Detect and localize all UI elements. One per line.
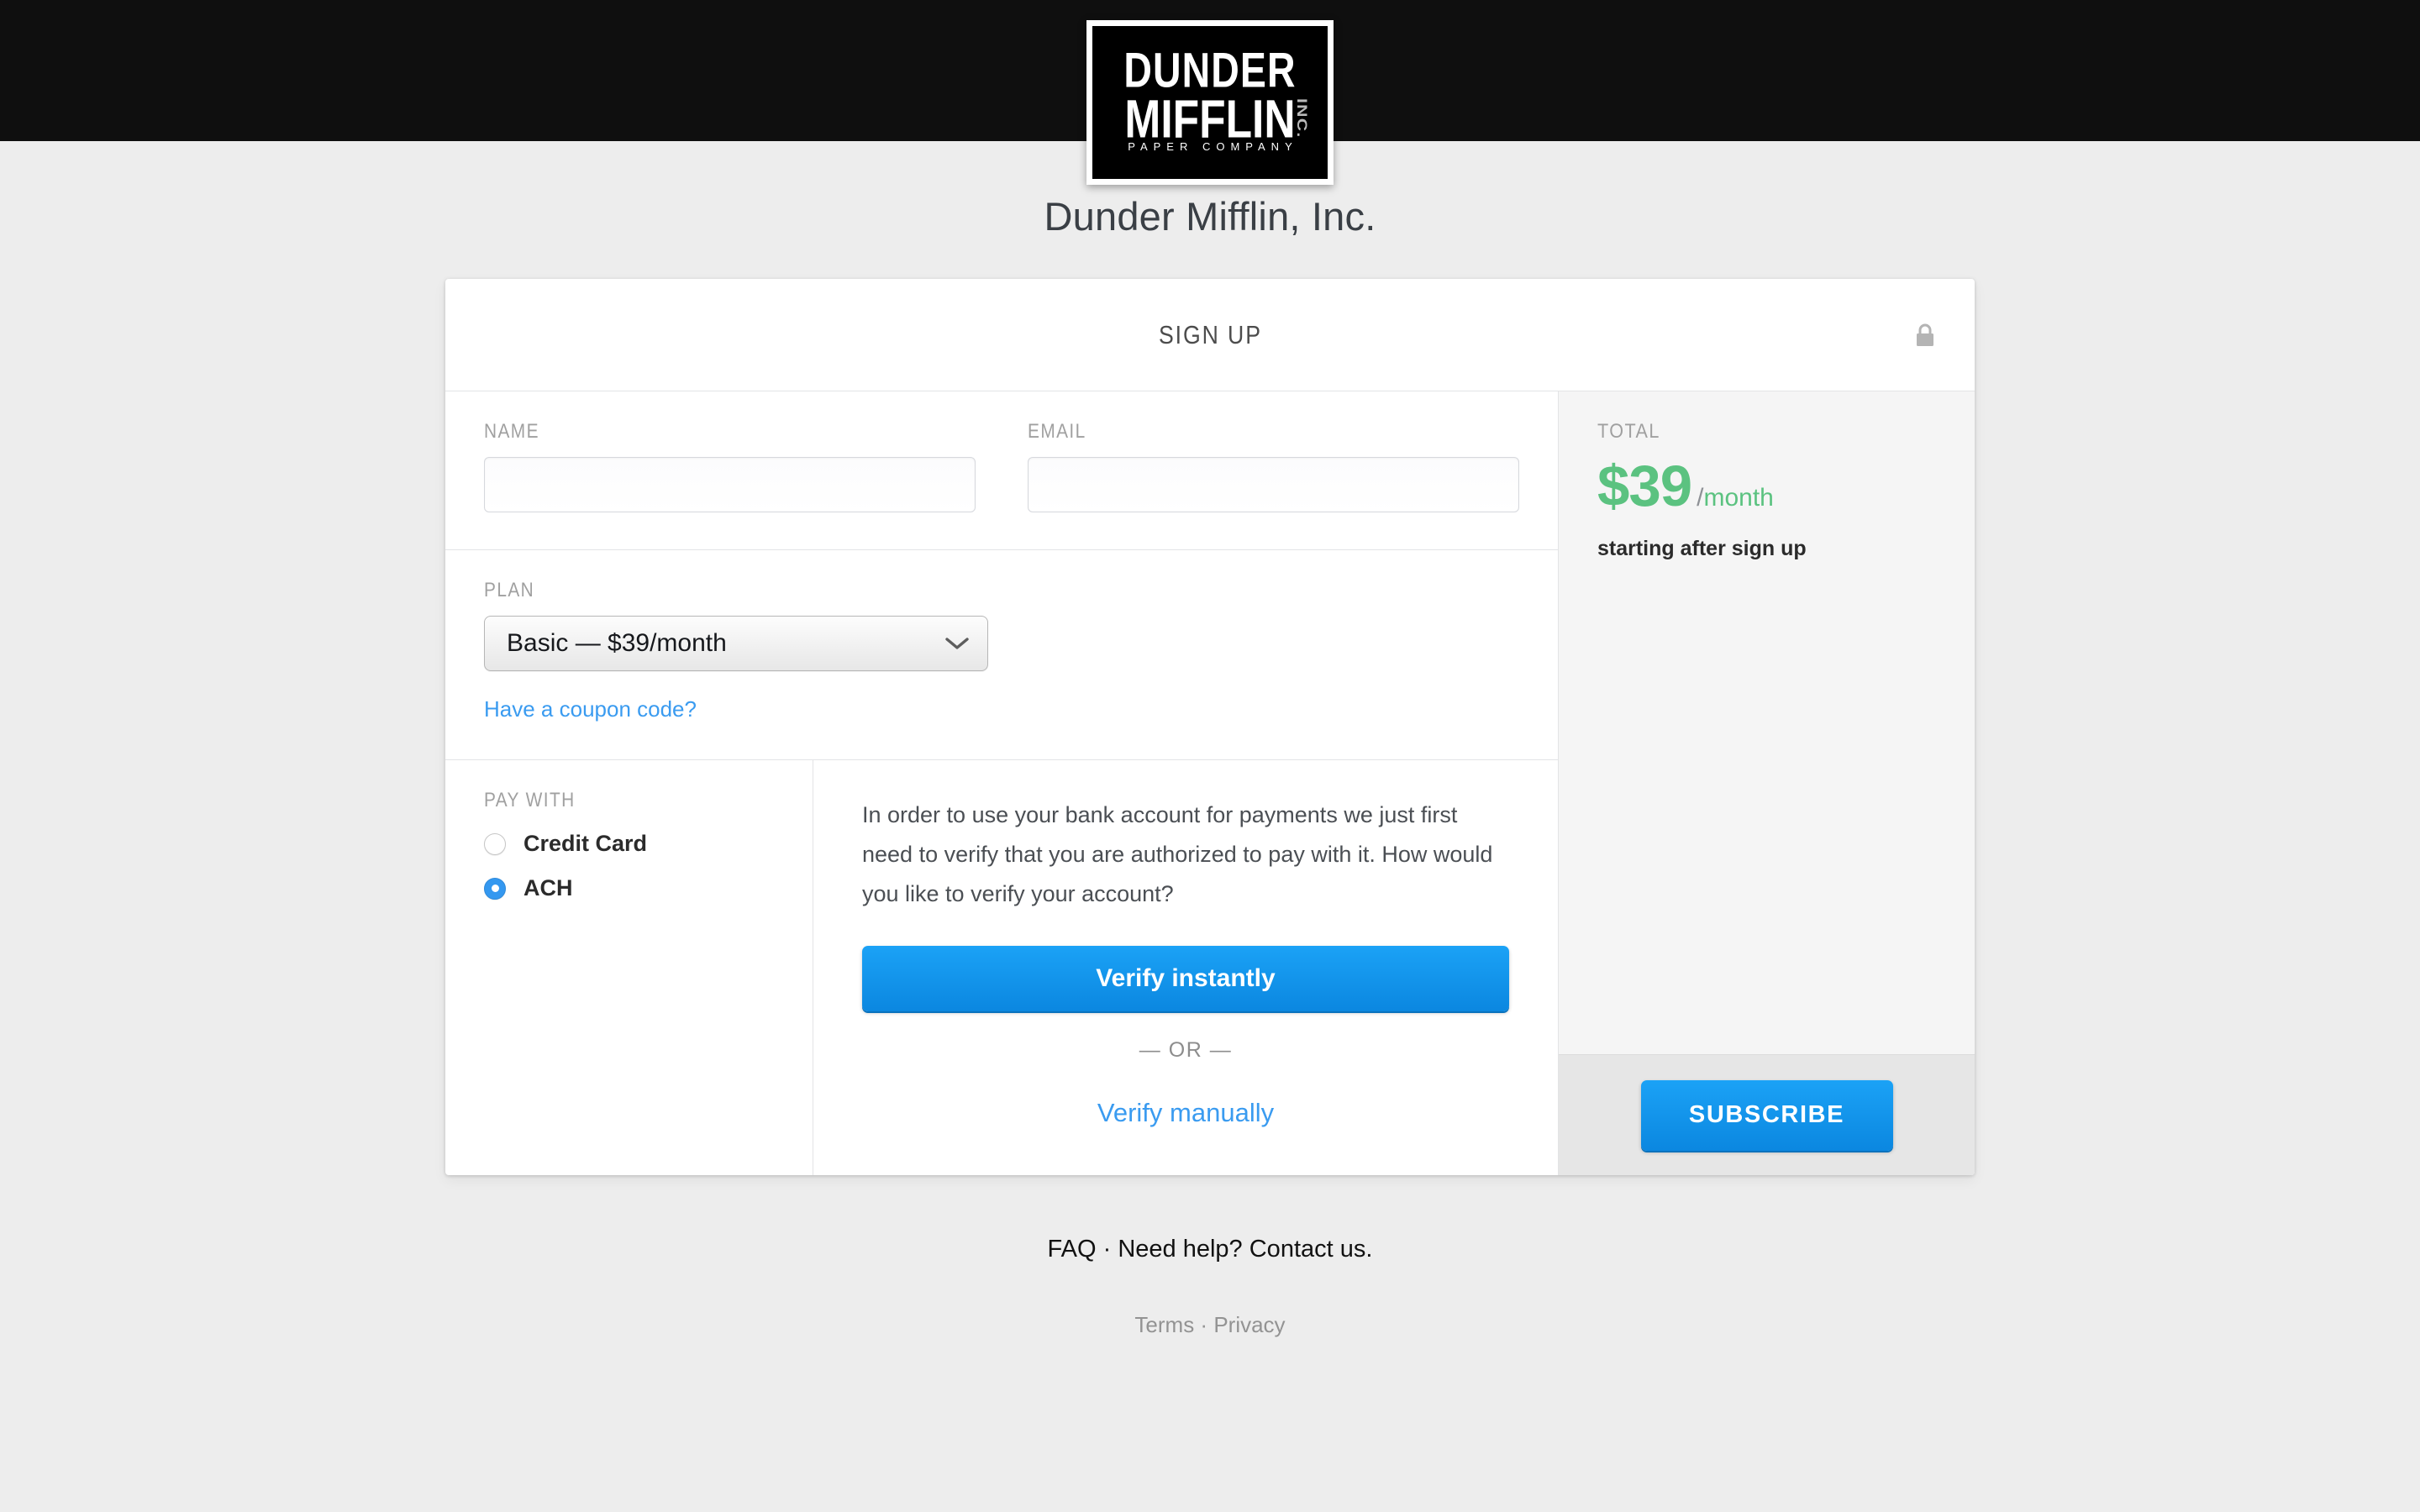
- terms-link[interactable]: Terms: [1134, 1312, 1194, 1337]
- logo-text-inc: INC.: [1294, 98, 1310, 139]
- footer-separator-1: ·: [1096, 1236, 1118, 1263]
- plan-section: PLAN Basic — $39/month Have a coupon cod…: [445, 550, 1558, 760]
- page-title: Dunder Mifflin, Inc.: [1044, 194, 1376, 239]
- radio-icon-credit-card[interactable]: [484, 832, 506, 855]
- email-input[interactable]: [1028, 457, 1519, 512]
- email-label: EMAIL: [1028, 420, 1086, 443]
- subscribe-bar: SUBSCRIBE: [1559, 1054, 1975, 1175]
- verification-column: In order to use your bank account for pa…: [813, 760, 1558, 1175]
- total-note: starting after sign up: [1597, 537, 1807, 560]
- logo-text-mifflin: MIFFLIN: [1124, 87, 1296, 150]
- name-label: NAME: [484, 420, 539, 443]
- logo-inner: DUNDER MIFFLIN INC. PAPER COMPANY: [1092, 26, 1328, 179]
- plan-label: PLAN: [484, 579, 535, 601]
- identity-section: NAME EMAIL: [445, 391, 1558, 550]
- plan-select-wrapper: Basic — $39/month: [484, 616, 988, 671]
- company-logo: DUNDER MIFFLIN INC. PAPER COMPANY: [1086, 20, 1334, 185]
- verification-description: In order to use your bank account for pa…: [862, 802, 1493, 906]
- total-label: TOTAL: [1597, 420, 1660, 443]
- lock-icon: [1914, 323, 1936, 348]
- or-separator: — OR —: [1139, 1038, 1233, 1062]
- total-amount: $39: [1597, 454, 1692, 518]
- coupon-code-link[interactable]: Have a coupon code?: [484, 696, 697, 722]
- total-panel: TOTAL $39 / month starting after sign up: [1559, 391, 1975, 1054]
- card-body: NAME EMAIL PLAN Basic — $39/month Have a…: [445, 391, 1975, 1175]
- verify-instantly-button[interactable]: Verify instantly: [862, 946, 1509, 1011]
- footer-primary-links: FAQ · Need help? Contact us.: [0, 1236, 2420, 1263]
- payment-option-label: ACH: [523, 875, 573, 900]
- total-price: $39 / month: [1597, 457, 1936, 515]
- verify-manually-link[interactable]: Verify manually: [862, 1098, 1509, 1128]
- subscribe-button[interactable]: SUBSCRIBE: [1640, 1079, 1893, 1151]
- payment-section: PAY WITH Credit Card ACH In order to use…: [445, 760, 1558, 1175]
- footer-secondary-links: Terms · Privacy: [0, 1312, 2420, 1338]
- payment-option-credit-card[interactable]: Credit Card: [484, 831, 774, 857]
- payment-method-column: PAY WITH Credit Card ACH: [445, 760, 813, 1175]
- logo-text-paper-company: PAPER COMPANY: [1128, 140, 1298, 153]
- card-header: SIGN UP: [445, 279, 1975, 391]
- name-field-group: NAME: [484, 420, 976, 512]
- payment-option-label: Credit Card: [523, 831, 648, 856]
- signup-card: SIGN UP NAME EMAIL PLAN Basic — $39/mont…: [445, 279, 1975, 1175]
- total-slash: /: [1697, 484, 1704, 512]
- pay-with-label: PAY WITH: [484, 789, 576, 811]
- top-black-bar: DUNDER MIFFLIN INC. PAPER COMPANY: [0, 0, 2420, 185]
- privacy-link[interactable]: Privacy: [1213, 1312, 1285, 1337]
- card-title: SIGN UP: [1158, 319, 1262, 349]
- form-column: NAME EMAIL PLAN Basic — $39/month Have a…: [445, 391, 1558, 1175]
- radio-icon-ach[interactable]: [484, 877, 506, 900]
- contact-us-link[interactable]: Need help? Contact us.: [1118, 1236, 1372, 1263]
- total-period: month: [1703, 484, 1774, 512]
- signup-card-wrapper: SIGN UP NAME EMAIL PLAN Basic — $39/mont…: [445, 279, 1975, 1175]
- email-field-group: EMAIL: [1028, 420, 1519, 512]
- name-input[interactable]: [484, 457, 976, 512]
- footer-separator-2: ·: [1194, 1312, 1214, 1337]
- faq-link[interactable]: FAQ: [1048, 1236, 1097, 1263]
- summary-column: TOTAL $39 / month starting after sign up…: [1558, 391, 1975, 1175]
- footer: FAQ · Need help? Contact us. Terms · Pri…: [0, 1236, 2420, 1338]
- plan-select[interactable]: Basic — $39/month: [484, 616, 988, 671]
- payment-option-ach[interactable]: ACH: [484, 875, 774, 901]
